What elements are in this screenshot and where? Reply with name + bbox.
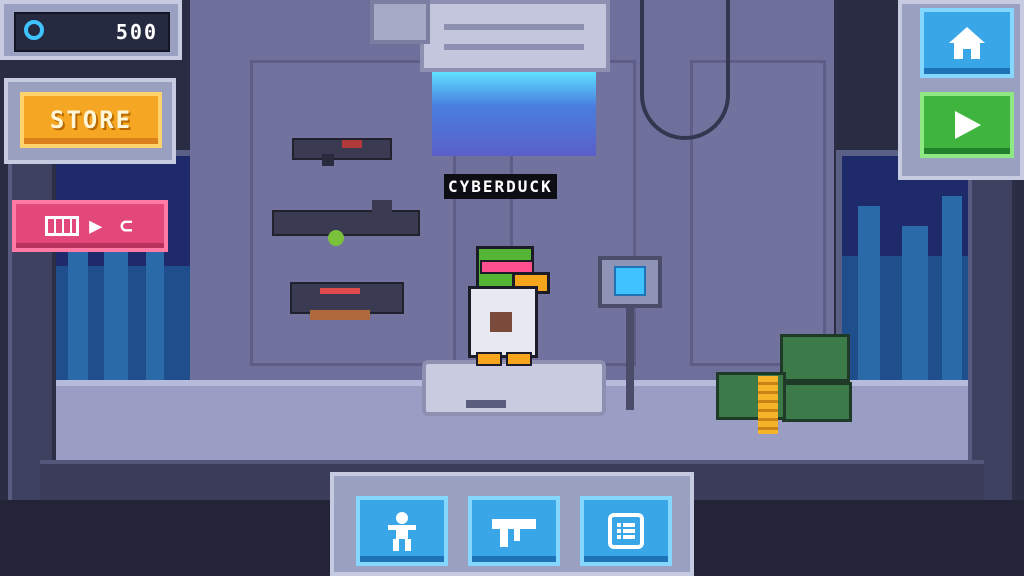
character-select-button[interactable] — [356, 496, 448, 566]
menu-list-button[interactable] — [580, 496, 672, 566]
teleport-beam — [432, 72, 596, 156]
ceiling-pipe — [370, 0, 430, 44]
store-frame: STORE — [4, 78, 176, 164]
weapon-shotgun-icon — [292, 130, 402, 166]
currency-panel: 500 — [0, 0, 182, 60]
play-button[interactable] — [920, 92, 1014, 158]
character-pedestal — [422, 360, 606, 416]
currency-display: 500 — [14, 12, 170, 52]
cyberduck-character — [462, 236, 554, 366]
character-name-label: CYBERDUCK — [444, 174, 557, 199]
ammo-crate — [780, 334, 850, 382]
cyber-coin-icon — [24, 20, 44, 40]
right-window — [836, 150, 988, 402]
home-icon — [949, 27, 985, 59]
right-pillar — [968, 180, 1016, 500]
terminal-screen — [598, 256, 662, 308]
weapon-select-button[interactable] — [468, 496, 560, 566]
character-icon — [388, 512, 416, 551]
list-icon — [608, 513, 644, 549]
video-reward-label: ▶ ⊂ — [89, 213, 135, 239]
store-button[interactable]: STORE — [20, 92, 162, 148]
weapon-launcher-icon — [290, 270, 408, 326]
film-icon — [45, 216, 80, 236]
weapon-icon — [492, 519, 536, 547]
currency-value: 500 — [115, 20, 158, 44]
home-button[interactable] — [920, 8, 1014, 78]
weapon-rifle-icon — [272, 200, 420, 250]
left-window — [48, 150, 200, 402]
game-screen: CYBERDUCK 500 STORE ▶ ⊂ — [0, 0, 1024, 576]
ceiling-machine — [420, 0, 610, 72]
watch-video-button[interactable]: ▶ ⊂ — [12, 200, 168, 252]
terminal-stand — [626, 300, 634, 410]
ammo-crate — [782, 382, 852, 422]
play-icon — [955, 111, 981, 139]
ammo-belt — [758, 376, 778, 434]
hanging-cable — [640, 0, 730, 140]
